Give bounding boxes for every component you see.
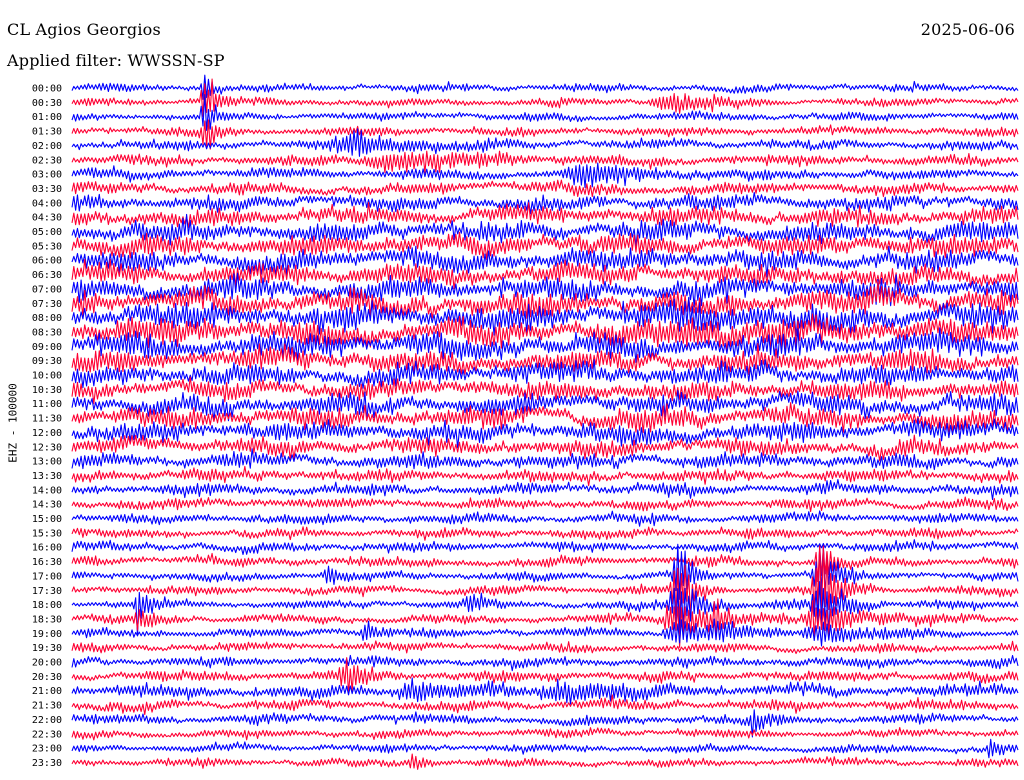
- time-tick-2000: 20:00: [32, 658, 62, 669]
- time-tick-1900: 19:00: [32, 629, 62, 640]
- time-tick-1930: 19:30: [32, 643, 62, 654]
- time-tick-1530: 15:30: [32, 528, 62, 539]
- trace-row-1300: [71, 448, 1019, 471]
- time-tick-0500: 05:00: [32, 227, 62, 238]
- time-tick-1600: 16:00: [32, 543, 62, 554]
- trace-row-1730: [71, 545, 1019, 624]
- time-tick-1400: 14:00: [32, 485, 62, 496]
- trace-row-2100: [71, 677, 1019, 705]
- trace-row-1530: [71, 526, 1019, 541]
- time-tick-0430: 04:30: [32, 213, 62, 224]
- time-tick-0900: 09:00: [32, 342, 62, 353]
- trace-row-1600: [71, 539, 1019, 556]
- time-tick-1330: 13:30: [32, 471, 62, 482]
- time-tick-1630: 16:30: [32, 557, 62, 568]
- trace-row-1630: [71, 545, 1019, 583]
- trace-row-1430: [71, 496, 1019, 513]
- time-tick-0800: 08:00: [32, 313, 62, 324]
- time-tick-2330: 23:30: [32, 758, 62, 769]
- trace-row-1930: [71, 640, 1019, 655]
- time-tick-0030: 00:30: [32, 98, 62, 109]
- time-tick-0300: 03:00: [32, 170, 62, 181]
- time-tick-0000: 00:00: [32, 84, 62, 95]
- trace-row-0130: [71, 119, 1019, 150]
- trace-row-1500: [71, 510, 1019, 527]
- time-tick-0330: 03:30: [32, 184, 62, 195]
- trace-row-1230: [71, 434, 1019, 462]
- time-tick-0530: 05:30: [32, 241, 62, 252]
- time-tick-2230: 22:30: [32, 729, 62, 740]
- trace-row-0100: [71, 93, 1019, 131]
- helicorder-chart: 00:00 00:30 01:00 01:30 02:00 02:30 03:00 03:30…: [32, 74, 1019, 770]
- trace-row-0300: [71, 162, 1019, 188]
- time-tick-2100: 21:00: [32, 686, 62, 697]
- time-tick-0200: 02:00: [32, 141, 62, 152]
- time-tick-2030: 20:30: [32, 672, 62, 683]
- time-tick-0930: 09:30: [32, 356, 62, 367]
- time-tick-2130: 21:30: [32, 701, 62, 712]
- time-tick-1000: 10:00: [32, 371, 62, 382]
- trace-row-0030: [71, 78, 1019, 117]
- time-tick-1230: 12:30: [32, 442, 62, 453]
- time-tick-1430: 14:30: [32, 500, 62, 511]
- time-tick-labels: 00:00 00:30 01:00 01:30 02:00 02:30 03:00 03:30…: [32, 84, 62, 769]
- time-tick-0730: 07:30: [32, 299, 62, 310]
- trace-row-2200: [71, 709, 1019, 738]
- time-tick-0100: 01:00: [32, 112, 62, 123]
- trace-row-0330: [71, 179, 1019, 198]
- time-tick-0230: 02:30: [32, 155, 62, 166]
- time-tick-1300: 13:00: [32, 457, 62, 468]
- trace-row-0230: [71, 150, 1019, 174]
- time-tick-1730: 17:30: [32, 586, 62, 597]
- time-tick-1700: 17:00: [32, 571, 62, 582]
- time-tick-1200: 12:00: [32, 428, 62, 439]
- trace-row-2000: [71, 654, 1019, 672]
- time-tick-0630: 06:30: [32, 270, 62, 281]
- time-tick-0400: 04:00: [32, 198, 62, 209]
- trace-row-2330: [71, 753, 1019, 770]
- time-tick-0830: 08:30: [32, 327, 62, 338]
- trace-row-1900: [71, 618, 1019, 647]
- trace-row-0600: [71, 245, 1019, 278]
- time-tick-1030: 10:30: [32, 385, 62, 396]
- time-tick-0600: 06:00: [32, 256, 62, 267]
- trace-layer: [71, 74, 1019, 770]
- time-tick-2200: 22:00: [32, 715, 62, 726]
- time-tick-1830: 18:30: [32, 614, 62, 625]
- time-tick-1100: 11:00: [32, 399, 62, 410]
- time-tick-1130: 11:30: [32, 414, 62, 425]
- trace-row-2230: [71, 726, 1019, 741]
- time-tick-1500: 15:00: [32, 514, 62, 525]
- trace-row-0000: [71, 74, 1019, 100]
- time-tick-0130: 01:30: [32, 127, 62, 138]
- trace-row-1200: [71, 418, 1019, 449]
- time-tick-2300: 23:00: [32, 744, 62, 755]
- trace-row-1400: [71, 478, 1019, 501]
- trace-row-1700: [71, 543, 1019, 613]
- trace-row-1330: [71, 465, 1019, 487]
- trace-row-2300: [71, 738, 1019, 759]
- time-tick-0700: 07:00: [32, 284, 62, 295]
- time-tick-1800: 18:00: [32, 600, 62, 611]
